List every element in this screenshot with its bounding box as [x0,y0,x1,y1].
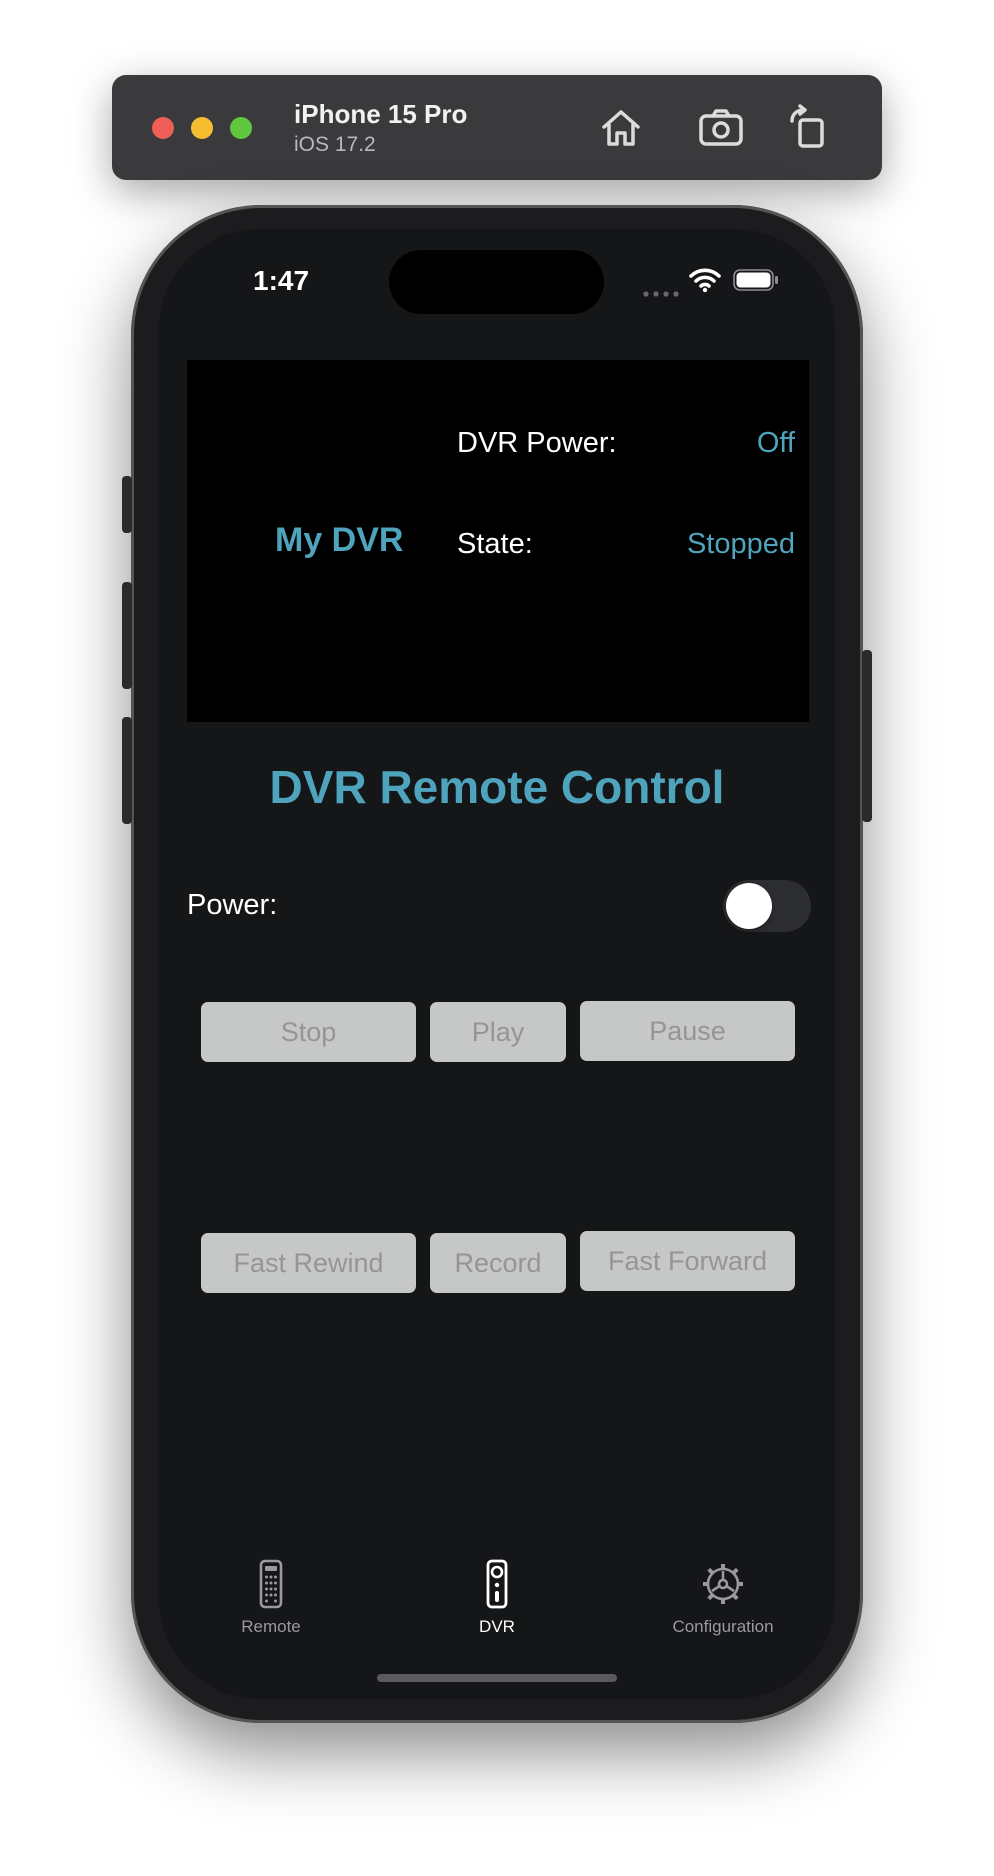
power-toggle-knob [726,883,772,929]
simulator-os-version: iOS 17.2 [294,133,376,156]
stop-button[interactable]: Stop [201,1002,416,1062]
tab-remote-label: Remote [241,1617,301,1636]
cellular-signal-icon [643,284,679,297]
dvr-remote-icon [473,1559,521,1609]
status-time: 1:47 [253,265,310,296]
tab-dvr[interactable]: DVR [407,1559,587,1637]
dvr-info-panel: My DVR DVR Power: Off State: Stopped [187,360,809,722]
minimize-window-button[interactable] [191,117,213,139]
tab-remote[interactable]: Remote [181,1559,361,1637]
tab-configuration-label: Configuration [672,1617,774,1636]
gear-icon [699,1559,747,1609]
battery-icon [733,269,779,291]
record-button[interactable]: Record [430,1233,566,1293]
power-toggle[interactable] [723,880,811,932]
action-button[interactable] [122,476,132,533]
simulator-device-name: iPhone 15 Pro [294,99,468,129]
dynamic-island [389,250,604,314]
wifi-icon [689,267,721,293]
phone-screen: 1:47 My DVR DVR Power: Off State: Stoppe… [159,229,835,1699]
close-window-button[interactable] [152,117,174,139]
fast-forward-button[interactable]: Fast Forward [580,1231,795,1291]
screenshot-icon[interactable] [696,103,746,153]
side-power-button[interactable] [862,650,872,822]
device-name: My DVR [275,521,404,559]
page-title: DVR Remote Control [269,761,725,813]
pause-button[interactable]: Pause [580,1001,795,1061]
simulator-toolbar: iPhone 15 Pro iOS 17.2 [112,75,882,180]
tab-dvr-label: DVR [479,1617,515,1636]
rotate-icon[interactable] [784,103,834,153]
volume-up-button[interactable] [122,582,132,689]
tab-configuration[interactable]: Configuration [633,1559,813,1637]
zoom-window-button[interactable] [230,117,252,139]
play-button[interactable]: Play [430,1002,566,1062]
tv-remote-icon [247,1559,295,1609]
dvr-state-value: Stopped [686,528,795,560]
volume-down-button[interactable] [122,717,132,824]
power-label: Power: [187,889,278,921]
home-indicator[interactable] [377,1674,617,1682]
dvr-power-value: Off [756,427,795,459]
dvr-state-label: State: [457,528,533,560]
fast-rewind-button[interactable]: Fast Rewind [201,1233,416,1293]
home-icon[interactable] [596,103,646,153]
dvr-power-label: DVR Power: [457,427,617,459]
